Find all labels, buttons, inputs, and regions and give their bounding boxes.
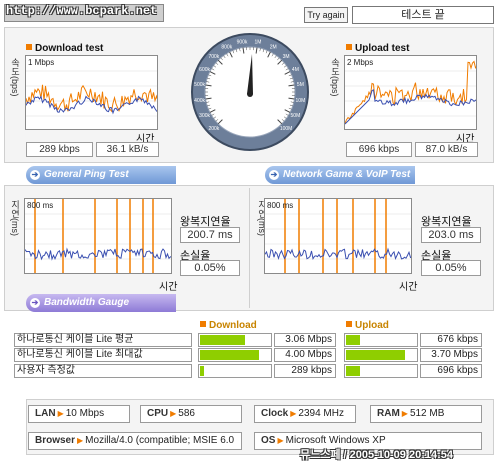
game-scale: 800 ms	[267, 201, 294, 210]
download-value: 3.06 Mbps	[274, 333, 336, 347]
download-bar	[198, 348, 272, 362]
speed-gauge: 200k 300k 400k 500k 600k 700k 800k 900k 1M 2M 3M 4M…	[190, 32, 310, 152]
download-ylabel: 속도(bps)	[10, 58, 20, 97]
ping-xlabel: 시간	[159, 282, 178, 293]
triangle-right-icon: ▶	[401, 409, 408, 418]
tab-bandwidth-gauge[interactable]: ➔ Bandwidth Gauge	[26, 294, 176, 312]
gauge-tick-label: 400k	[194, 98, 205, 104]
gauge-tick-label: 700k	[208, 54, 219, 60]
upload-value: 696 kbps	[420, 364, 482, 378]
watermark: 뮤느스페 / 2005-10-09 20:14:54	[300, 449, 454, 461]
gauge-tick-label: 50M	[291, 113, 301, 119]
status-display: 테스트 끝	[352, 6, 494, 24]
download-bar-fill	[200, 335, 245, 345]
ping-trace	[25, 247, 171, 261]
site-logo-text: http://www.bcpark.net	[6, 4, 158, 18]
upload-bar	[344, 364, 418, 378]
upload-bar	[344, 333, 418, 347]
try-again-button[interactable]: Try again	[304, 7, 348, 23]
upload-kbps: 696 kbps	[346, 142, 412, 157]
gauge-tick-label: 300k	[199, 113, 210, 119]
upload-bar-fill	[346, 350, 405, 360]
download-value: 4.00 Mbps	[274, 348, 336, 362]
triangle-right-icon: ▶	[290, 409, 297, 418]
gauge-tick-label: 800k	[221, 45, 232, 51]
browser-info: Browser ▶ Mozilla/4.0 (compatible; MSIE 6.…	[28, 432, 242, 450]
gauge-tick-label: 500k	[194, 82, 205, 88]
triangle-right-icon: ▶	[77, 436, 84, 445]
ping-ylabel: 지연(ms)	[10, 200, 20, 236]
download-title: Download test	[26, 43, 103, 54]
upload-kBs: 87.0 kB/s	[415, 142, 478, 157]
row-label: 하나로통신 케이블 Lite 최대값	[14, 348, 192, 362]
triangle-right-icon: ▶	[170, 409, 177, 418]
row-label: 하나로통신 케이블 Lite 평균	[14, 333, 192, 347]
clock-info: Clock ▶ 2394 MHz	[254, 405, 356, 423]
upload-ylabel: 속도(bps)	[330, 58, 340, 97]
upload-value: 676 kbps	[420, 333, 482, 347]
tab-network-game[interactable]: ➔ Network Game & VoIP Test	[265, 166, 415, 184]
game-loss-value: 0.05%	[421, 260, 481, 276]
arrow-right-icon: ➔	[269, 170, 279, 180]
upload-title: Upload test	[346, 43, 409, 54]
ping-trace	[265, 247, 411, 261]
download-trace-average	[345, 89, 476, 125]
download-bar	[198, 364, 272, 378]
download-kbps: 289 kbps	[26, 142, 93, 157]
cpu-info: CPU ▶ 586	[140, 405, 242, 423]
download-value: 289 kbps	[274, 364, 336, 378]
gauge-tick-label: 4M	[292, 67, 299, 73]
triangle-right-icon: ▶	[57, 409, 64, 418]
gauge-tick-label: 600k	[199, 67, 210, 73]
triangle-right-icon: ▶	[277, 436, 284, 445]
row-label: 사용자 측정값	[14, 364, 192, 378]
gauge-tick-label: 200k	[208, 126, 219, 132]
gauge-tick-label: 10M	[296, 98, 306, 104]
download-graph: 1 Mbps	[25, 55, 158, 130]
gauge-tick-label: 2M	[270, 45, 277, 51]
ping-loss-value: 0.05%	[180, 260, 240, 276]
gauge-hub	[247, 91, 253, 97]
download-scale: 1 Mbps	[28, 58, 55, 67]
upload-bar-fill	[346, 366, 360, 376]
bandwidth-download-header: Download	[200, 320, 257, 331]
upload-value: 3.70 Mbps	[420, 348, 482, 362]
ram-info: RAM ▶ 512 MB	[370, 405, 482, 423]
upload-graph: 2 Mbps	[344, 55, 477, 130]
download-bar-fill	[200, 366, 204, 376]
gauge-tick-label: 5M	[297, 82, 304, 88]
arrow-right-icon: ➔	[30, 170, 40, 180]
gauge-tick-label: 1M	[255, 40, 262, 46]
upload-scale: 2 Mbps	[347, 58, 374, 67]
download-bar-fill	[200, 350, 259, 360]
panel-divider	[249, 188, 250, 308]
game-graph: 800 ms	[264, 198, 412, 274]
bandwidth-upload-header: Upload	[346, 320, 389, 331]
ping-graph: 800 ms	[24, 198, 172, 274]
lan-info: LAN ▶ 10 Mbps	[28, 405, 130, 423]
upload-bar-fill	[346, 335, 360, 345]
arrow-right-icon: ➔	[30, 298, 40, 308]
ping-rtt-value: 200.7 ms	[180, 227, 240, 243]
game-xlabel: 시간	[399, 282, 418, 293]
download-trace-average	[26, 95, 157, 115]
download-bar	[198, 333, 272, 347]
gauge-tick-label: 100M	[280, 126, 293, 132]
upload-bar	[344, 348, 418, 362]
download-kBs: 36.1 kB/s	[96, 142, 159, 157]
gauge-tick-label: 3M	[283, 54, 290, 60]
tab-general-ping[interactable]: ➔ General Ping Test	[26, 166, 176, 184]
ping-scale: 800 ms	[27, 201, 54, 210]
gauge-tick-label: 900k	[237, 40, 248, 46]
game-rtt-value: 203.0 ms	[421, 227, 481, 243]
